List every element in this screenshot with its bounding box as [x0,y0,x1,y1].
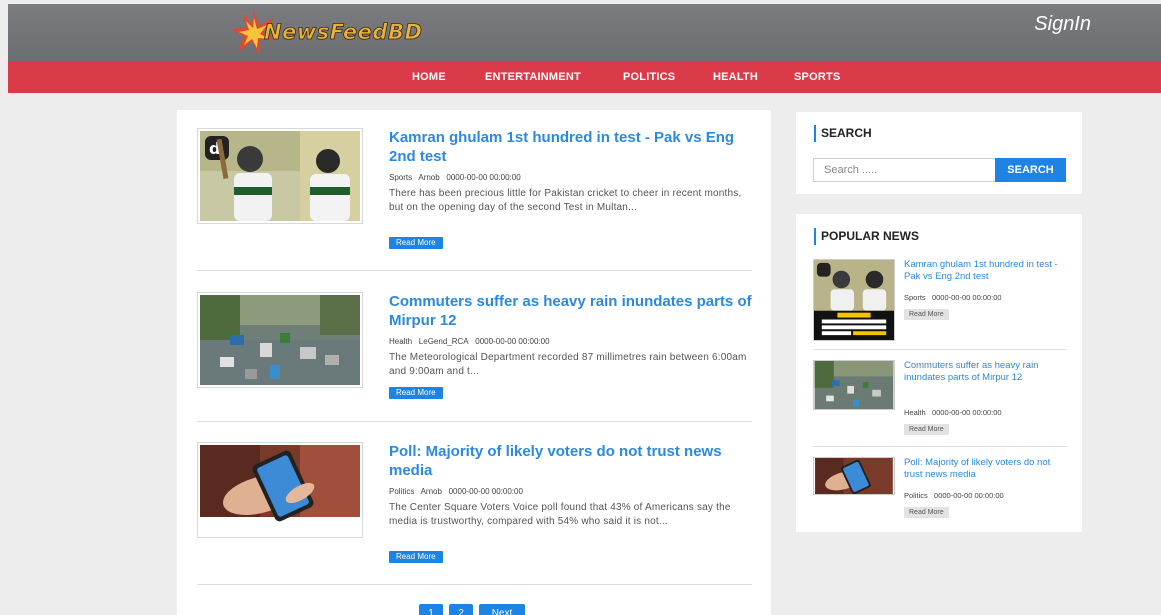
search-heading: SEARCH [814,125,872,142]
article-thumbnail[interactable] [197,442,363,538]
article-excerpt: The Center Square Voters Voice poll foun… [389,502,731,527]
nav-item-politics[interactable]: POLITICS [623,71,675,83]
popular-news-date: 0000-00-00 00:00:00 [931,408,1002,417]
article-date: 0000-00-00 00:00:00 [446,173,521,182]
nav-item-sports[interactable]: SPORTS [794,71,840,83]
search-button[interactable]: SEARCH [995,158,1066,182]
article-meta: Sports Arnob 0000-00-00 00:00:00 [389,173,521,182]
article-date: 0000-00-00 00:00:00 [448,487,523,496]
nav-item-health[interactable]: HEALTH [713,71,758,83]
popular-news-category: Health [904,408,926,417]
page-button-1[interactable]: 1 [419,604,443,615]
article-divider [197,421,752,422]
popular-divider [813,349,1067,350]
signin-link[interactable]: SignIn [1034,13,1091,36]
page-button-2[interactable]: 2 [449,604,473,615]
article-divider [197,584,752,585]
popular-news-item: Commuters suffer as heavy rain inundates… [813,360,1067,440]
popular-news-item: Poll: Majority of likely voters do not t… [813,457,1067,523]
popular-news-title[interactable]: Kamran ghulam 1st hundred in test - Pak … [904,259,1066,283]
popular-news-heading: POPULAR NEWS [814,228,919,245]
article-author: LeGend_RCA [418,337,469,346]
nav-item-home[interactable]: HOME [412,71,446,83]
popular-news-item: Kamran ghulam 1st hundred in test - Pak … [813,259,1067,341]
popular-read-more-button[interactable]: Read More [904,309,949,320]
article-meta: Politics Arnob 0000-00-00 00:00:00 [389,487,523,496]
article-title[interactable]: Kamran ghulam 1st hundred in test - Pak … [389,128,757,166]
article-date: 0000-00-00 00:00:00 [475,337,550,346]
read-more-button[interactable]: Read More [389,237,443,249]
popular-divider [813,446,1067,447]
article-item: Commuters suffer as heavy rain inundates… [197,292,752,412]
popular-read-more-button[interactable]: Read More [904,507,949,518]
search-widget: SEARCH Search ..... SEARCH [796,112,1082,194]
next-page-button[interactable]: Next [479,604,525,615]
article-thumbnail[interactable] [197,292,363,388]
popular-news-meta: Politics 0000-00-00 00:00:00 [904,491,1004,500]
popular-news-category: Politics [904,491,928,500]
article-author: Arnob [420,487,442,496]
popular-news-date: 0000-00-00 00:00:00 [934,491,1004,500]
popular-news-meta: Sports 0000-00-00 00:00:00 [904,293,1002,302]
cricket-players-image: d [200,131,360,221]
popular-news-meta: Health 0000-00-00 00:00:00 [904,408,1002,417]
article-divider [197,270,752,271]
popular-news-category: Sports [904,293,926,302]
article-meta: Health LeGend_RCA 0000-00-00 00:00:00 [389,337,550,346]
smartphone-hand-image[interactable] [813,457,895,495]
article-item: d Kamran ghulam 1st hundred in test - Pa… [197,128,752,258]
site-logo[interactable]: NewsFeedBD [230,8,440,58]
logo-text: NewsFeedBD [264,20,423,45]
cricket-players-image[interactable] [813,259,895,341]
site-header: NewsFeedBD SignIn [8,4,1161,62]
article-author: Arnob [418,173,440,182]
article-excerpt: The Meteorological Department recorded 8… [389,352,747,377]
article-category: Politics [389,487,415,496]
flooded-street-image[interactable] [813,360,895,410]
article-category: Health [389,337,413,346]
nav-item-entertainment[interactable]: ENTERTAINMENT [485,71,581,83]
popular-news-widget: POPULAR NEWS Kamran ghulam 1st hundred i… [796,214,1082,532]
read-more-button[interactable]: Read More [389,551,443,563]
article-list: d Kamran ghulam 1st hundred in test - Pa… [177,110,771,615]
read-more-button[interactable]: Read More [389,387,443,399]
popular-read-more-button[interactable]: Read More [904,424,949,435]
popular-news-title[interactable]: Commuters suffer as heavy rain inundates… [904,360,1066,384]
main-navbar: HOME ENTERTAINMENT POLITICS HEALTH SPORT… [8,62,1161,93]
article-title[interactable]: Commuters suffer as heavy rain inundates… [389,292,757,330]
article-thumbnail[interactable]: d [197,128,363,224]
article-title[interactable]: Poll: Majority of likely voters do not t… [389,442,757,480]
article-excerpt: There has been precious little for Pakis… [389,188,742,213]
article-category: Sports [389,173,413,182]
flooded-street-image [200,295,360,385]
smartphone-hand-image [200,445,360,535]
popular-news-date: 0000-00-00 00:00:00 [931,293,1002,302]
popular-news-title[interactable]: Poll: Majority of likely voters do not t… [904,457,1066,481]
search-input[interactable]: Search ..... [813,158,997,182]
article-item: Poll: Majority of likely voters do not t… [197,442,752,572]
